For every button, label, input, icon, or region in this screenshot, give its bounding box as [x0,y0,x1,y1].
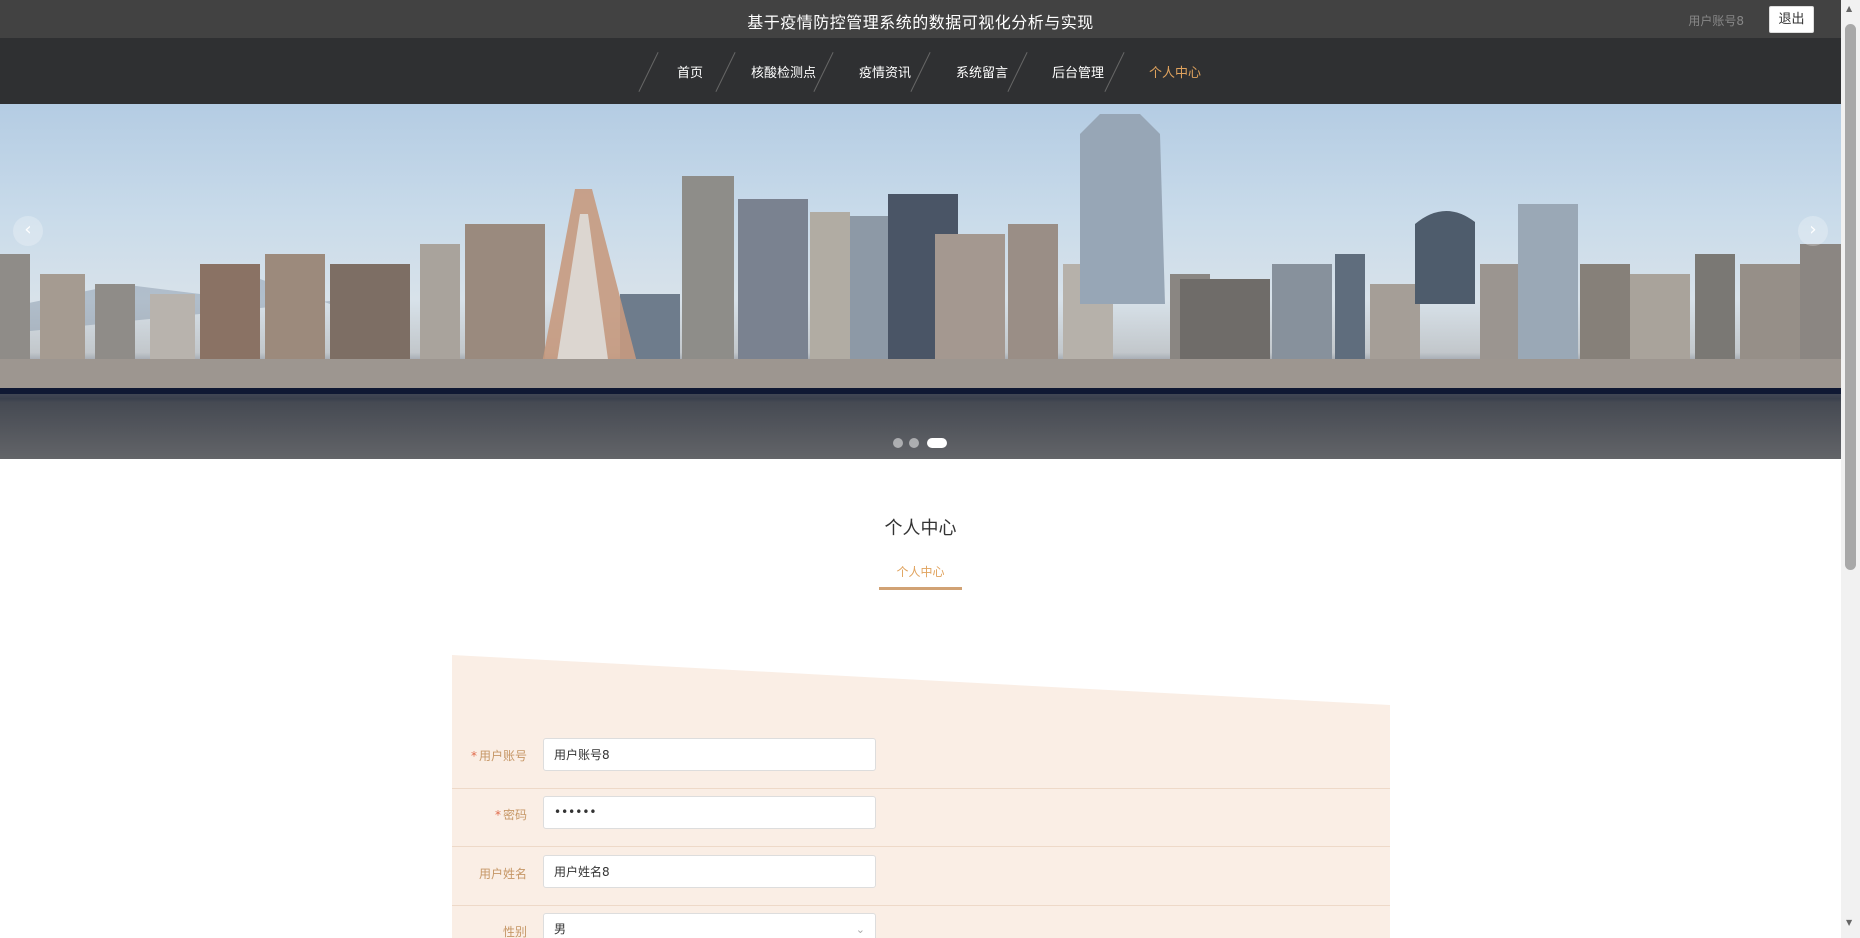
nav-item-news[interactable]: 疫情资讯 [859,62,911,81]
carousel-dot[interactable] [893,438,903,448]
scroll-down-icon[interactable]: ▼ [1846,918,1852,927]
top-bar: 基于疫情防控管理系统的数据可视化分析与实现 用户账号8 退出 [0,0,1841,38]
site-title: 基于疫情防控管理系统的数据可视化分析与实现 [747,13,1094,32]
nav-item-messages[interactable]: 系统留言 [956,62,1008,81]
scrollbar-thumb[interactable] [1845,24,1856,570]
chevron-right-icon: › [1809,219,1817,240]
password-label: * 密码 [494,808,527,822]
carousel-next-button[interactable]: › [1798,216,1828,246]
nav-item-admin[interactable]: 后台管理 [1052,62,1104,81]
nav-item-test-sites[interactable]: 核酸检测点 [751,62,816,81]
chevron-down-icon: ⌄ [855,923,865,936]
form-row-divider [452,905,1390,906]
gender-select[interactable]: 男 ⌄ [543,913,876,938]
username-field[interactable] [543,738,876,771]
user-account-label: 用户账号8 [1688,14,1744,28]
chevron-left-icon: ‹ [24,219,32,240]
carousel-dot-active[interactable] [927,438,947,448]
city-skyline-image [0,114,1841,459]
carousel-dot[interactable] [909,438,919,448]
form-row-divider [452,846,1390,847]
password-field[interactable]: •••••• [543,796,876,829]
scroll-up-icon[interactable]: ▲ [1846,4,1852,13]
fullname-field[interactable] [543,855,876,888]
username-label: * 用户账号 [470,749,527,763]
gender-label: 性别 [502,925,527,938]
fullname-label: 用户姓名 [478,867,527,881]
banner-carousel [0,104,1841,459]
page-scrollbar[interactable]: ▲ ▼ [1841,0,1860,938]
page-title: 个人中心 [884,518,957,539]
gender-select-value: 男 [554,922,567,936]
tab-underline [879,587,962,590]
carousel-prev-button[interactable]: ‹ [13,216,43,246]
tab-profile[interactable]: 个人中心 [879,563,962,580]
form-row-divider [452,788,1390,789]
logout-button[interactable]: 退出 [1769,6,1814,33]
nav-item-profile[interactable]: 个人中心 [1149,62,1201,81]
nav-item-home[interactable]: 首页 [677,62,703,81]
